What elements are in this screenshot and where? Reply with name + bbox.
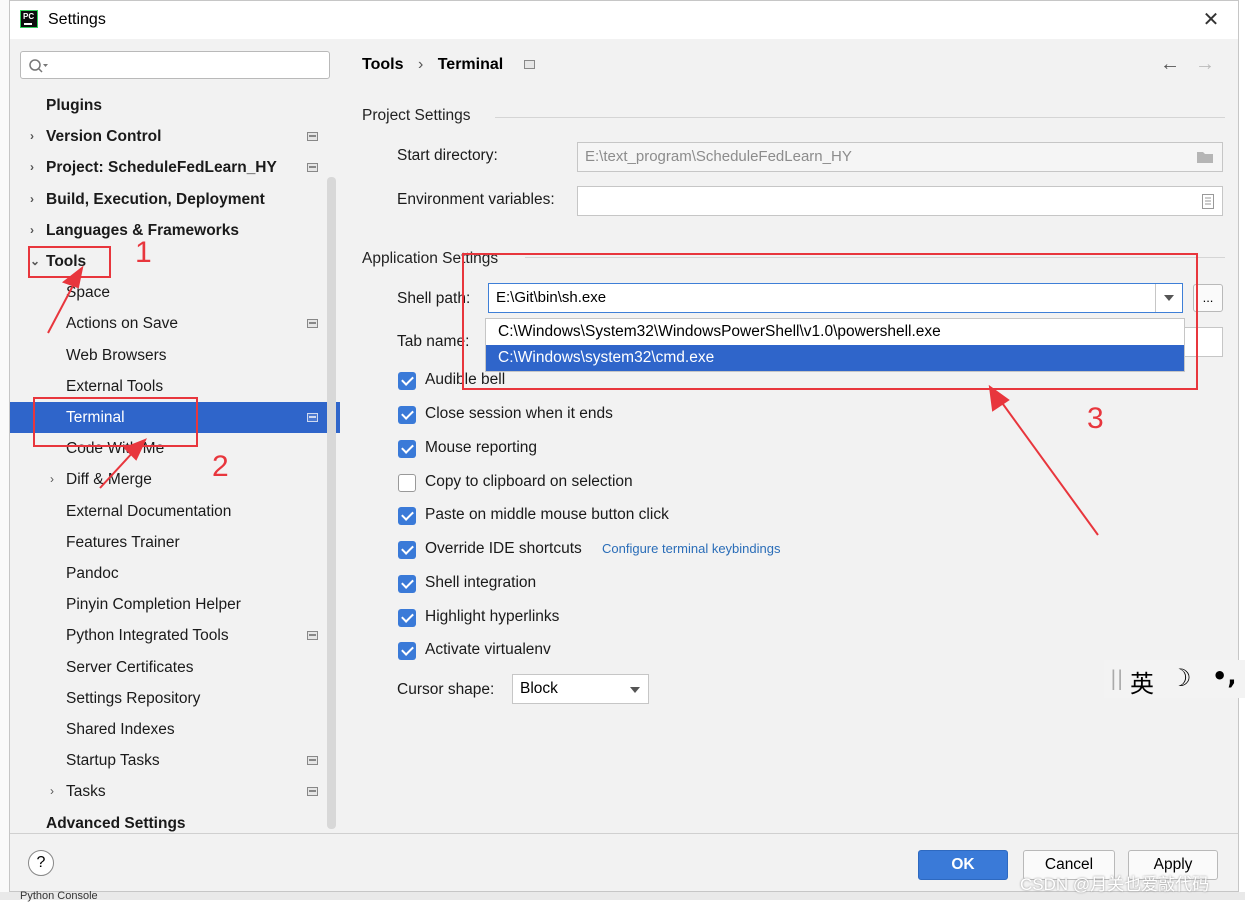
- ime-indicator: || 英 ☽ •,: [1104, 660, 1245, 698]
- annotation-arrow-3: [1000, 400, 1098, 535]
- watermark: CSDN @月关也爱敲代码: [1020, 870, 1209, 895]
- annotation-arrows: [0, 0, 1245, 900]
- moon-icon[interactable]: ☽: [1170, 664, 1192, 692]
- annotation-arrow-1: [48, 278, 77, 333]
- python-console-tab: Python Console: [20, 890, 98, 902]
- annotation-arrow-2: [100, 450, 135, 488]
- ime-language[interactable]: 英: [1130, 664, 1154, 699]
- punctuation-icon[interactable]: •,: [1212, 662, 1236, 690]
